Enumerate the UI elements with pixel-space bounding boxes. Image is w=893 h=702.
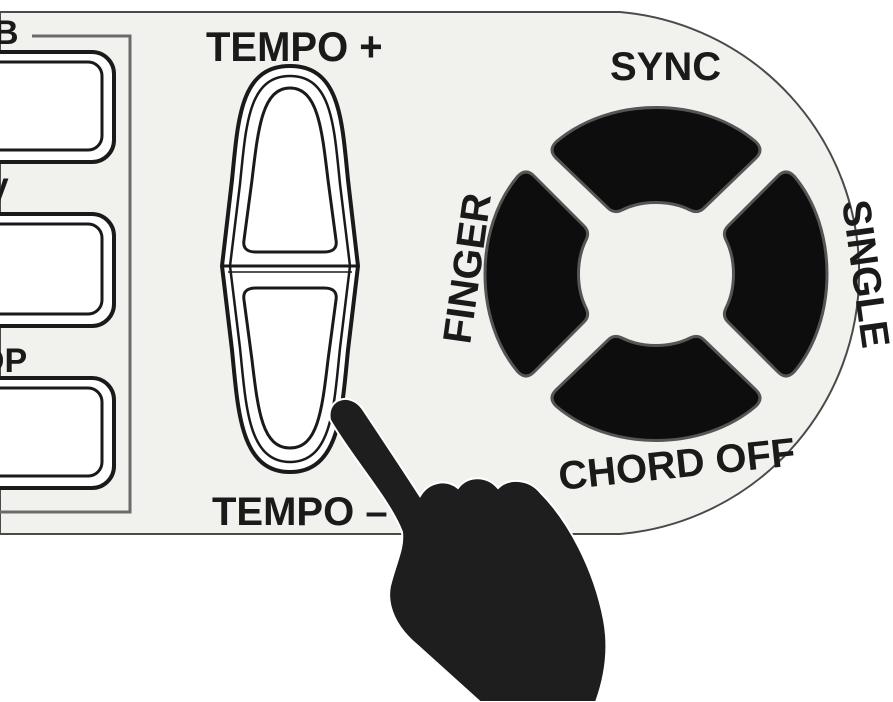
side-button-1[interactable] xyxy=(0,50,116,164)
side-label-2: V xyxy=(0,172,9,210)
tempo-minus-label: TEMPO – xyxy=(212,490,388,534)
side-label-1: B xyxy=(0,14,19,52)
tempo-plus-label: TEMPO + xyxy=(206,23,383,70)
side-label-3: OP xyxy=(0,342,27,380)
side-button-2[interactable] xyxy=(0,212,116,328)
side-button-3[interactable] xyxy=(0,376,116,490)
sync-label: SYNC xyxy=(610,45,721,89)
control-panel-diagram: B V OP TEMPO + TEMPO – SYNC FINGER SINGL… xyxy=(0,11,893,702)
